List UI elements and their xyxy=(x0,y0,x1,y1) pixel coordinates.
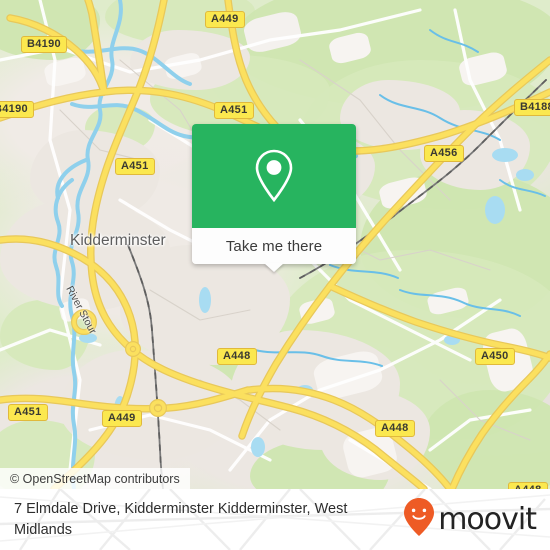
road-shield: A448 xyxy=(375,420,415,437)
road-shield: A449 xyxy=(205,11,245,28)
callout-tail xyxy=(264,263,284,272)
road-shield: A451 xyxy=(115,158,155,175)
road-shield: A448 xyxy=(217,348,257,365)
moovit-map-screenshot: Kidderminster River Stour A449 B4190 B41… xyxy=(0,0,550,550)
destination-callout-card[interactable]: Take me there xyxy=(192,124,356,272)
moovit-smiley-pin-icon xyxy=(403,497,435,542)
road-shield: B4188 xyxy=(514,99,550,116)
address-text: 7 Elmdale Drive, Kidderminster Kiddermin… xyxy=(14,500,348,538)
road-shield: A448 xyxy=(508,482,548,489)
moovit-logo[interactable]: moovit xyxy=(403,497,537,542)
map-pin-icon xyxy=(253,148,295,204)
road-shield: B4190 xyxy=(0,101,34,118)
take-me-there-label: Take me there xyxy=(225,237,323,255)
road-shield: A450 xyxy=(475,348,515,365)
road-shield: A449 xyxy=(102,410,142,427)
road-shield: A451 xyxy=(214,102,254,119)
take-me-there-button[interactable]: Take me there xyxy=(192,228,356,264)
attribution-text: © OpenStreetMap contributors xyxy=(10,471,180,486)
callout-icon-area xyxy=(192,124,356,228)
moovit-wordmark: moovit xyxy=(438,501,537,537)
road-shield: A456 xyxy=(424,145,464,162)
map-canvas[interactable]: Kidderminster River Stour A449 B4190 B41… xyxy=(0,0,550,489)
place-label-kidderminster: Kidderminster xyxy=(70,232,166,249)
footer-bar: 7 Elmdale Drive, Kidderminster Kiddermin… xyxy=(0,489,550,550)
road-shield: B4190 xyxy=(21,36,67,53)
road-shield: A451 xyxy=(8,404,48,421)
map-attribution[interactable]: © OpenStreetMap contributors xyxy=(0,468,190,489)
